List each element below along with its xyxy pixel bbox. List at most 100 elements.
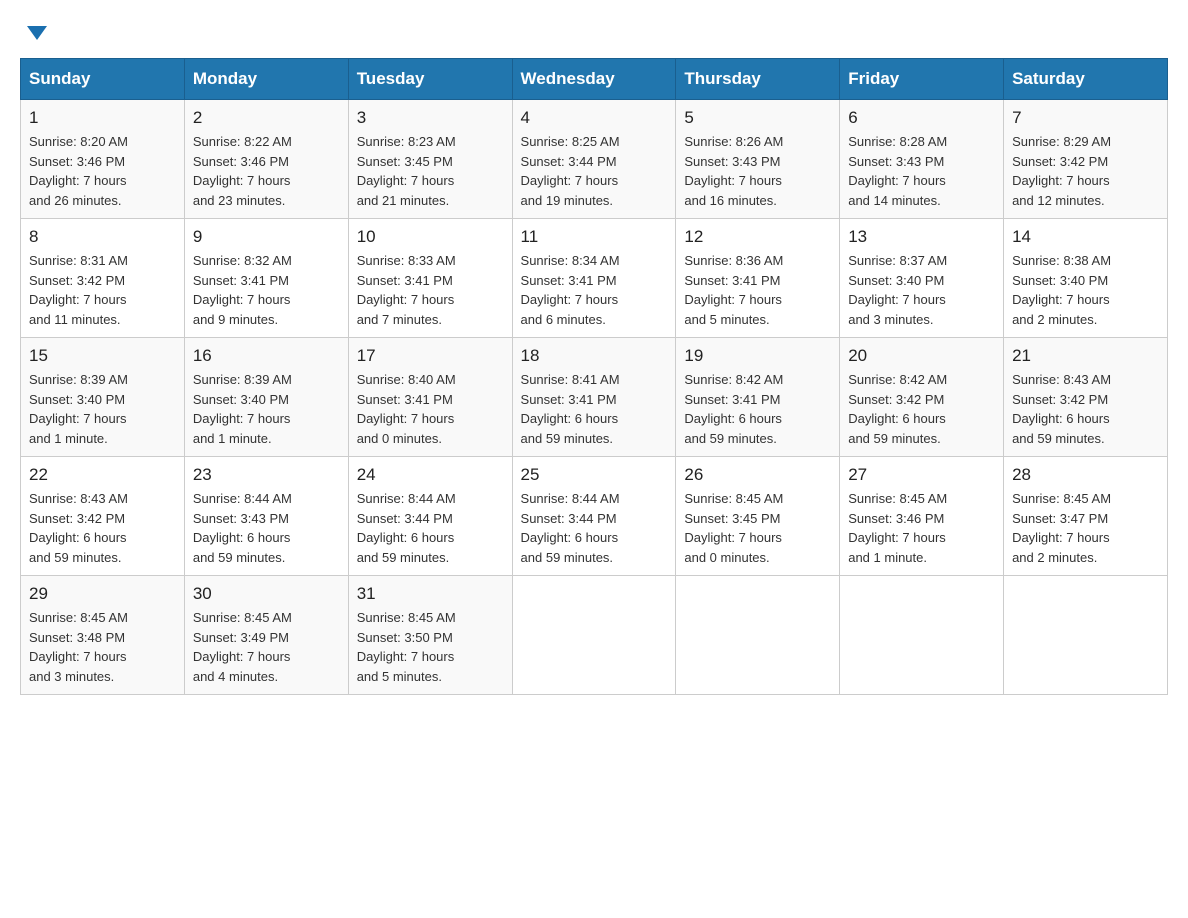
day-number: 3 [357, 108, 504, 128]
week-row-1: 1 Sunrise: 8:20 AM Sunset: 3:46 PM Daylig… [21, 100, 1168, 219]
calendar-cell: 13Sunrise: 8:37 AM Sunset: 3:40 PM Dayli… [840, 219, 1004, 338]
page-header [20, 20, 1168, 42]
day-info: Sunrise: 8:42 AM Sunset: 3:42 PM Dayligh… [848, 370, 995, 448]
day-number: 16 [193, 346, 340, 366]
day-info: Sunrise: 8:45 AM Sunset: 3:46 PM Dayligh… [848, 489, 995, 567]
day-number: 2 [193, 108, 340, 128]
weekday-header-friday: Friday [840, 59, 1004, 100]
calendar-cell: 1 Sunrise: 8:20 AM Sunset: 3:46 PM Daylig… [21, 100, 185, 219]
calendar-cell: 23 Sunrise: 8:44 AM Sunset: 3:43 PM Dayli… [184, 457, 348, 576]
day-info: Sunrise: 8:43 AM Sunset: 3:42 PM Dayligh… [29, 489, 176, 567]
calendar-cell: 8 Sunrise: 8:31 AM Sunset: 3:42 PM Daylig… [21, 219, 185, 338]
day-number: 4 [521, 108, 668, 128]
day-number: 6 [848, 108, 995, 128]
day-info: Sunrise: 8:36 AM Sunset: 3:41 PM Dayligh… [684, 251, 831, 329]
calendar-cell [512, 576, 676, 695]
day-number: 17 [357, 346, 504, 366]
logo-icon [22, 18, 52, 48]
day-info: Sunrise: 8:29 AM Sunset: 3:42 PM Dayligh… [1012, 132, 1159, 210]
day-number: 27 [848, 465, 995, 485]
day-number: 5 [684, 108, 831, 128]
day-info: Sunrise: 8:42 AM Sunset: 3:41 PM Dayligh… [684, 370, 831, 448]
day-info: Sunrise: 8:32 AM Sunset: 3:41 PM Dayligh… [193, 251, 340, 329]
calendar-cell: 28 Sunrise: 8:45 AM Sunset: 3:47 PM Dayli… [1004, 457, 1168, 576]
day-info: Sunrise: 8:33 AM Sunset: 3:41 PM Dayligh… [357, 251, 504, 329]
day-number: 28 [1012, 465, 1159, 485]
calendar-cell [1004, 576, 1168, 695]
calendar-cell: 7 Sunrise: 8:29 AM Sunset: 3:42 PM Daylig… [1004, 100, 1168, 219]
day-number: 11 [521, 227, 668, 247]
day-number: 25 [521, 465, 668, 485]
calendar-cell: 27 Sunrise: 8:45 AM Sunset: 3:46 PM Dayli… [840, 457, 1004, 576]
day-info: Sunrise: 8:22 AM Sunset: 3:46 PM Dayligh… [193, 132, 340, 210]
calendar-table: SundayMondayTuesdayWednesdayThursdayFrid… [20, 58, 1168, 695]
day-info: Sunrise: 8:44 AM Sunset: 3:44 PM Dayligh… [357, 489, 504, 567]
calendar-cell: 2 Sunrise: 8:22 AM Sunset: 3:46 PM Daylig… [184, 100, 348, 219]
day-number: 1 [29, 108, 176, 128]
day-info: Sunrise: 8:26 AM Sunset: 3:43 PM Dayligh… [684, 132, 831, 210]
calendar-cell: 16 Sunrise: 8:39 AM Sunset: 3:40 PM Dayli… [184, 338, 348, 457]
day-number: 20 [848, 346, 995, 366]
day-number: 22 [29, 465, 176, 485]
day-number: 8 [29, 227, 176, 247]
day-info: Sunrise: 8:43 AM Sunset: 3:42 PM Dayligh… [1012, 370, 1159, 448]
weekday-header-tuesday: Tuesday [348, 59, 512, 100]
calendar-cell: 3 Sunrise: 8:23 AM Sunset: 3:45 PM Daylig… [348, 100, 512, 219]
day-info: Sunrise: 8:45 AM Sunset: 3:45 PM Dayligh… [684, 489, 831, 567]
weekday-header-sunday: Sunday [21, 59, 185, 100]
calendar-cell: 11Sunrise: 8:34 AM Sunset: 3:41 PM Dayli… [512, 219, 676, 338]
day-info: Sunrise: 8:28 AM Sunset: 3:43 PM Dayligh… [848, 132, 995, 210]
day-info: Sunrise: 8:37 AM Sunset: 3:40 PM Dayligh… [848, 251, 995, 329]
weekday-header-row: SundayMondayTuesdayWednesdayThursdayFrid… [21, 59, 1168, 100]
day-info: Sunrise: 8:31 AM Sunset: 3:42 PM Dayligh… [29, 251, 176, 329]
day-number: 15 [29, 346, 176, 366]
day-info: Sunrise: 8:39 AM Sunset: 3:40 PM Dayligh… [193, 370, 340, 448]
day-info: Sunrise: 8:25 AM Sunset: 3:44 PM Dayligh… [521, 132, 668, 210]
calendar-cell: 19 Sunrise: 8:42 AM Sunset: 3:41 PM Dayli… [676, 338, 840, 457]
day-info: Sunrise: 8:39 AM Sunset: 3:40 PM Dayligh… [29, 370, 176, 448]
week-row-5: 29Sunrise: 8:45 AM Sunset: 3:48 PM Dayli… [21, 576, 1168, 695]
day-number: 21 [1012, 346, 1159, 366]
calendar-cell: 12 Sunrise: 8:36 AM Sunset: 3:41 PM Dayli… [676, 219, 840, 338]
day-number: 19 [684, 346, 831, 366]
calendar-cell: 18Sunrise: 8:41 AM Sunset: 3:41 PM Dayli… [512, 338, 676, 457]
week-row-3: 15 Sunrise: 8:39 AM Sunset: 3:40 PM Dayli… [21, 338, 1168, 457]
weekday-header-monday: Monday [184, 59, 348, 100]
day-info: Sunrise: 8:23 AM Sunset: 3:45 PM Dayligh… [357, 132, 504, 210]
day-number: 14 [1012, 227, 1159, 247]
day-number: 12 [684, 227, 831, 247]
day-number: 30 [193, 584, 340, 604]
calendar-cell: 10 Sunrise: 8:33 AM Sunset: 3:41 PM Dayli… [348, 219, 512, 338]
day-info: Sunrise: 8:38 AM Sunset: 3:40 PM Dayligh… [1012, 251, 1159, 329]
calendar-cell: 9 Sunrise: 8:32 AM Sunset: 3:41 PM Daylig… [184, 219, 348, 338]
calendar-cell: 20 Sunrise: 8:42 AM Sunset: 3:42 PM Dayli… [840, 338, 1004, 457]
day-number: 26 [684, 465, 831, 485]
day-info: Sunrise: 8:45 AM Sunset: 3:47 PM Dayligh… [1012, 489, 1159, 567]
calendar-cell: 17Sunrise: 8:40 AM Sunset: 3:41 PM Dayli… [348, 338, 512, 457]
calendar-cell: 5 Sunrise: 8:26 AM Sunset: 3:43 PM Daylig… [676, 100, 840, 219]
calendar-cell: 26 Sunrise: 8:45 AM Sunset: 3:45 PM Dayli… [676, 457, 840, 576]
day-info: Sunrise: 8:20 AM Sunset: 3:46 PM Dayligh… [29, 132, 176, 210]
week-row-4: 22 Sunrise: 8:43 AM Sunset: 3:42 PM Dayli… [21, 457, 1168, 576]
day-number: 24 [357, 465, 504, 485]
day-number: 10 [357, 227, 504, 247]
calendar-cell: 24 Sunrise: 8:44 AM Sunset: 3:44 PM Dayli… [348, 457, 512, 576]
day-number: 23 [193, 465, 340, 485]
day-number: 18 [521, 346, 668, 366]
calendar-cell: 14 Sunrise: 8:38 AM Sunset: 3:40 PM Dayli… [1004, 219, 1168, 338]
day-info: Sunrise: 8:44 AM Sunset: 3:44 PM Dayligh… [521, 489, 668, 567]
day-info: Sunrise: 8:44 AM Sunset: 3:43 PM Dayligh… [193, 489, 340, 567]
day-info: Sunrise: 8:45 AM Sunset: 3:48 PM Dayligh… [29, 608, 176, 686]
calendar-cell: 22 Sunrise: 8:43 AM Sunset: 3:42 PM Dayli… [21, 457, 185, 576]
calendar-cell: 31Sunrise: 8:45 AM Sunset: 3:50 PM Dayli… [348, 576, 512, 695]
calendar-cell: 6 Sunrise: 8:28 AM Sunset: 3:43 PM Daylig… [840, 100, 1004, 219]
calendar-cell: 25 Sunrise: 8:44 AM Sunset: 3:44 PM Dayli… [512, 457, 676, 576]
day-info: Sunrise: 8:45 AM Sunset: 3:50 PM Dayligh… [357, 608, 504, 686]
weekday-header-saturday: Saturday [1004, 59, 1168, 100]
day-number: 9 [193, 227, 340, 247]
calendar-cell [840, 576, 1004, 695]
day-number: 7 [1012, 108, 1159, 128]
calendar-cell: 4 Sunrise: 8:25 AM Sunset: 3:44 PM Daylig… [512, 100, 676, 219]
day-info: Sunrise: 8:45 AM Sunset: 3:49 PM Dayligh… [193, 608, 340, 686]
week-row-2: 8 Sunrise: 8:31 AM Sunset: 3:42 PM Daylig… [21, 219, 1168, 338]
